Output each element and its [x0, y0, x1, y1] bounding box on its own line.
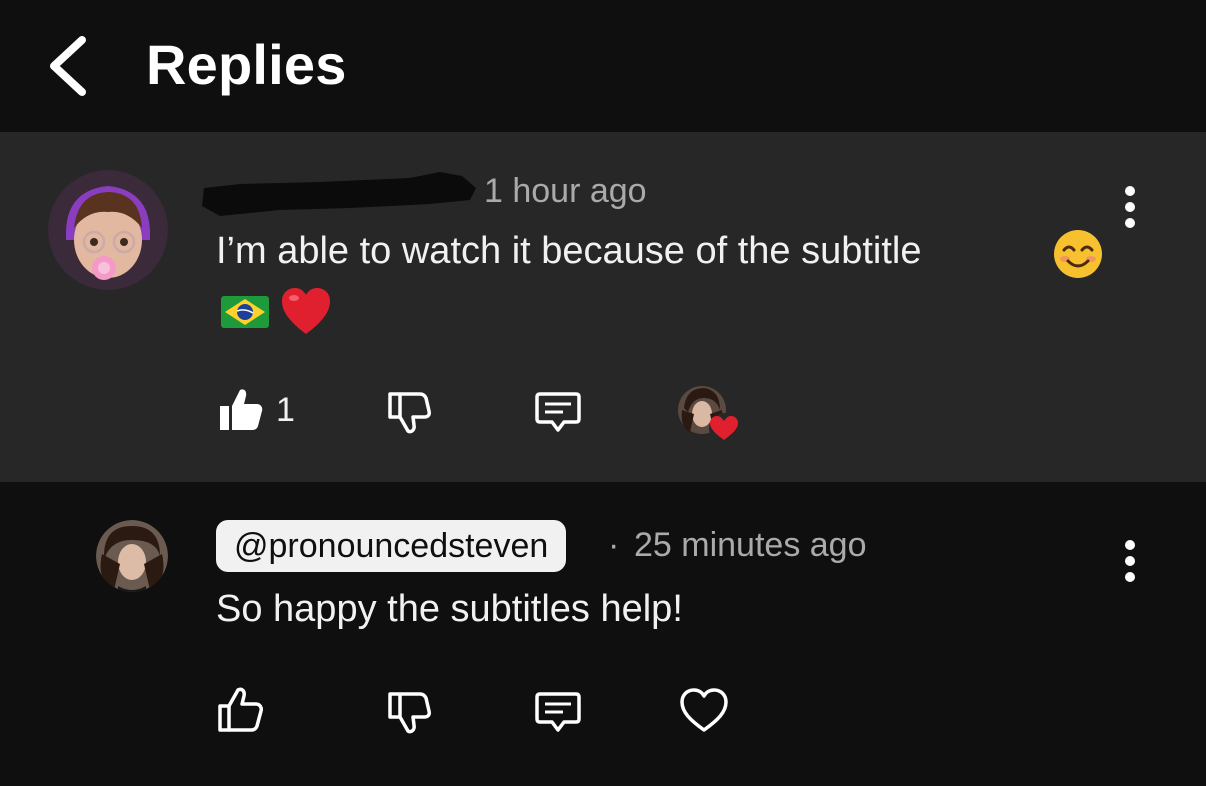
thumbs-up-icon	[218, 687, 263, 732]
reply-author-handle[interactable]: @pronouncedsteven	[216, 520, 567, 572]
highlighted-comment: 1 hour ago I’m able to watch it because …	[0, 132, 1206, 482]
thumbs-down-icon	[388, 392, 431, 434]
chevron-left-icon	[50, 36, 86, 96]
dislike-button[interactable]	[380, 382, 436, 438]
comment-timestamp: 1 hour ago	[484, 172, 647, 210]
reply-reply-button[interactable]	[530, 682, 586, 738]
reply-dislike-button[interactable]	[380, 682, 436, 738]
like-count: 1	[276, 391, 295, 429]
comment-reply-icon	[535, 692, 581, 732]
reply-like-button[interactable]	[212, 682, 268, 738]
commenter-avatar[interactable]	[48, 170, 168, 290]
reply-author-avatar[interactable]	[96, 520, 168, 592]
reply-more-button[interactable]	[1110, 526, 1150, 586]
thumbs-down-icon	[388, 692, 431, 734]
header-bar: Replies	[0, 0, 1206, 132]
brazil-flag-emoji	[221, 296, 269, 328]
thumbs-up-filled-icon	[220, 389, 263, 430]
red-heart-emoji	[282, 288, 330, 334]
reply-text: So happy the subtitles help!	[216, 588, 683, 630]
reply-heart-button[interactable]	[676, 682, 732, 738]
like-button[interactable]	[212, 382, 268, 438]
redacted-username[interactable]	[200, 170, 478, 216]
reply-button[interactable]	[530, 382, 586, 438]
page-title: Replies	[146, 33, 347, 96]
reply-separator: ·	[608, 526, 620, 564]
comment-more-button[interactable]	[1110, 172, 1150, 232]
heart-outline-icon	[680, 688, 728, 732]
comment-text: I’m able to watch it because of the subt…	[216, 230, 922, 272]
reply-timestamp: 25 minutes ago	[634, 526, 867, 564]
creator-heart-badge	[676, 384, 746, 448]
smiling-face-emoji	[1054, 230, 1102, 278]
back-button[interactable]	[40, 30, 104, 102]
comment-reply-icon	[535, 392, 581, 432]
reply-comment: @pronouncedsteven · 25 minutes ago So ha…	[0, 482, 1206, 786]
